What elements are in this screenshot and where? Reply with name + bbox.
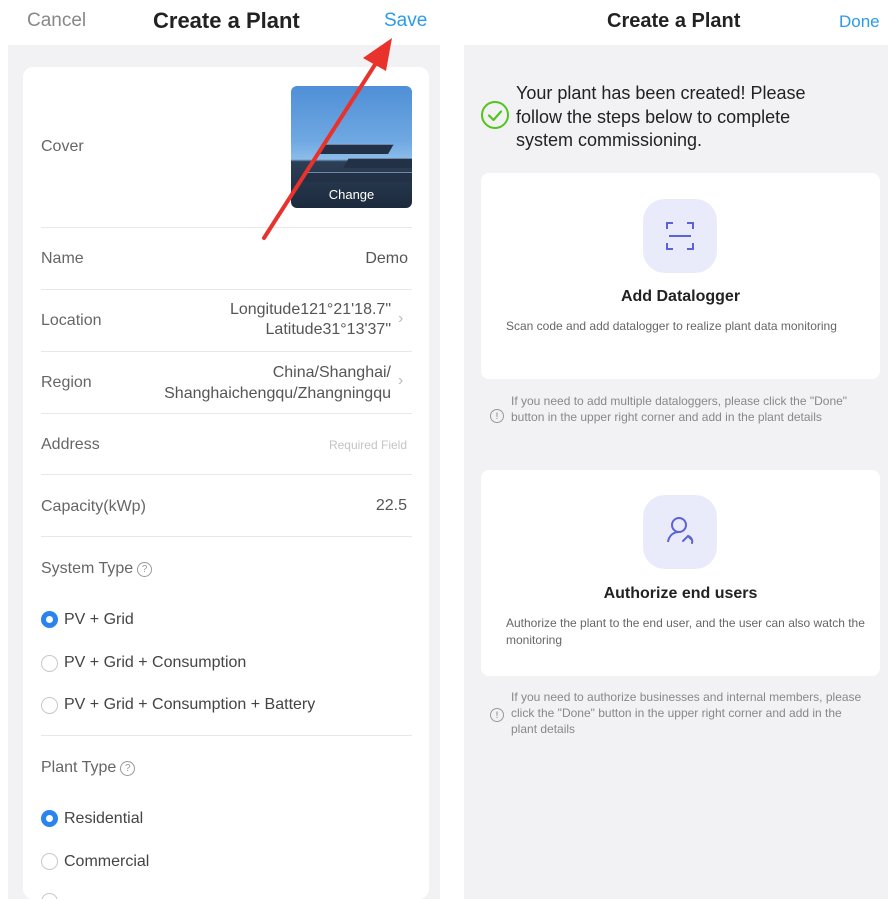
latitude-text: Latitude31°13'37": [265, 321, 391, 338]
step-description: Scan code and add datalogger to realize …: [506, 319, 837, 333]
address-label: Address: [41, 436, 100, 453]
divider: [41, 227, 412, 228]
change-cover-button[interactable]: Change: [291, 187, 412, 202]
capacity-label: Capacity(kWp): [41, 498, 146, 515]
step-description: Authorize the plant to the end user, and…: [506, 616, 865, 647]
help-icon[interactable]: ?: [120, 761, 136, 776]
save-button[interactable]: Save: [384, 10, 427, 32]
step-title: Authorize end users: [603, 585, 758, 602]
divider: [41, 351, 412, 352]
done-button[interactable]: Done: [839, 12, 880, 32]
divider: [41, 735, 412, 736]
region-line-1: China/Shanghai/: [272, 364, 391, 381]
capacity-value[interactable]: 22.5: [376, 497, 407, 515]
add-datalogger-card[interactable]: Add Datalogger Scan code and add datalog…: [481, 173, 880, 379]
chevron-right-icon: ›: [398, 310, 404, 327]
radio-label: Residential: [64, 810, 144, 827]
region-value[interactable]: China/Shanghai/ Shanghaichengqu/Zhangnin…: [164, 362, 391, 404]
check-circle-icon: [481, 101, 509, 129]
radio-pv-grid-consumption-battery[interactable]: [41, 697, 58, 714]
system-type-label: System Type: [41, 560, 134, 577]
name-value[interactable]: Demo: [365, 250, 408, 268]
divider: [41, 289, 412, 290]
chevron-right-icon: ›: [398, 372, 404, 389]
location-value[interactable]: Longitude121°21'18.7" Latitude31°13'37": [230, 300, 391, 340]
cover-image[interactable]: Change: [291, 86, 412, 208]
name-label: Name: [41, 250, 84, 267]
divider: [41, 413, 412, 414]
datalogger-note: ! If you need to add multiple datalogger…: [490, 393, 870, 425]
solar-panel-shape: [343, 158, 412, 168]
plant-type-label: Plant Type: [41, 759, 117, 776]
authorize-users-card[interactable]: Authorize end users Authorize the plant …: [481, 470, 880, 676]
region-label: Region: [41, 374, 92, 391]
solar-panel-shape: [298, 172, 412, 182]
scan-icon: [643, 199, 717, 273]
page-title: Create a Plant: [153, 8, 300, 33]
note-text: If you need to authorize businesses and …: [511, 690, 862, 736]
region-line-2: Shanghaichengqu/Zhangningqu: [164, 385, 391, 402]
radio-residential[interactable]: [41, 810, 58, 827]
system-type-heading: System Type?: [41, 560, 153, 578]
radio-pv-grid[interactable]: [41, 611, 58, 628]
address-input[interactable]: Required Field: [329, 438, 407, 452]
help-icon[interactable]: ?: [137, 562, 153, 577]
note-text: If you need to add multiple dataloggers,…: [511, 394, 848, 424]
radio-commercial[interactable]: [41, 853, 58, 870]
longitude-text: Longitude121°21'18.7": [229, 301, 391, 318]
divider: [41, 536, 412, 537]
radio-pv-grid-consumption[interactable]: [41, 655, 58, 672]
cover-label: Cover: [41, 138, 84, 155]
radio-label: Commercial: [64, 853, 150, 870]
cancel-button[interactable]: Cancel: [27, 10, 86, 32]
step-title: Add Datalogger: [620, 288, 741, 305]
radio-label: PV + Grid: [64, 611, 134, 628]
radio-label: PV + Grid + Consumption: [64, 654, 247, 671]
radio-label: PV + Grid + Consumption + Battery: [64, 696, 316, 713]
solar-panel-shape: [318, 144, 394, 154]
divider: [41, 474, 412, 475]
authorize-note: ! If you need to authorize businesses an…: [490, 689, 870, 737]
success-message: Your plant has been created! Please foll…: [516, 83, 806, 150]
info-icon: !: [490, 409, 504, 423]
plant-type-heading: Plant Type?: [41, 759, 136, 777]
page-title: Create a Plant: [607, 10, 741, 32]
info-icon: !: [490, 708, 504, 722]
location-label: Location: [41, 312, 102, 329]
user-share-icon: [643, 495, 717, 569]
